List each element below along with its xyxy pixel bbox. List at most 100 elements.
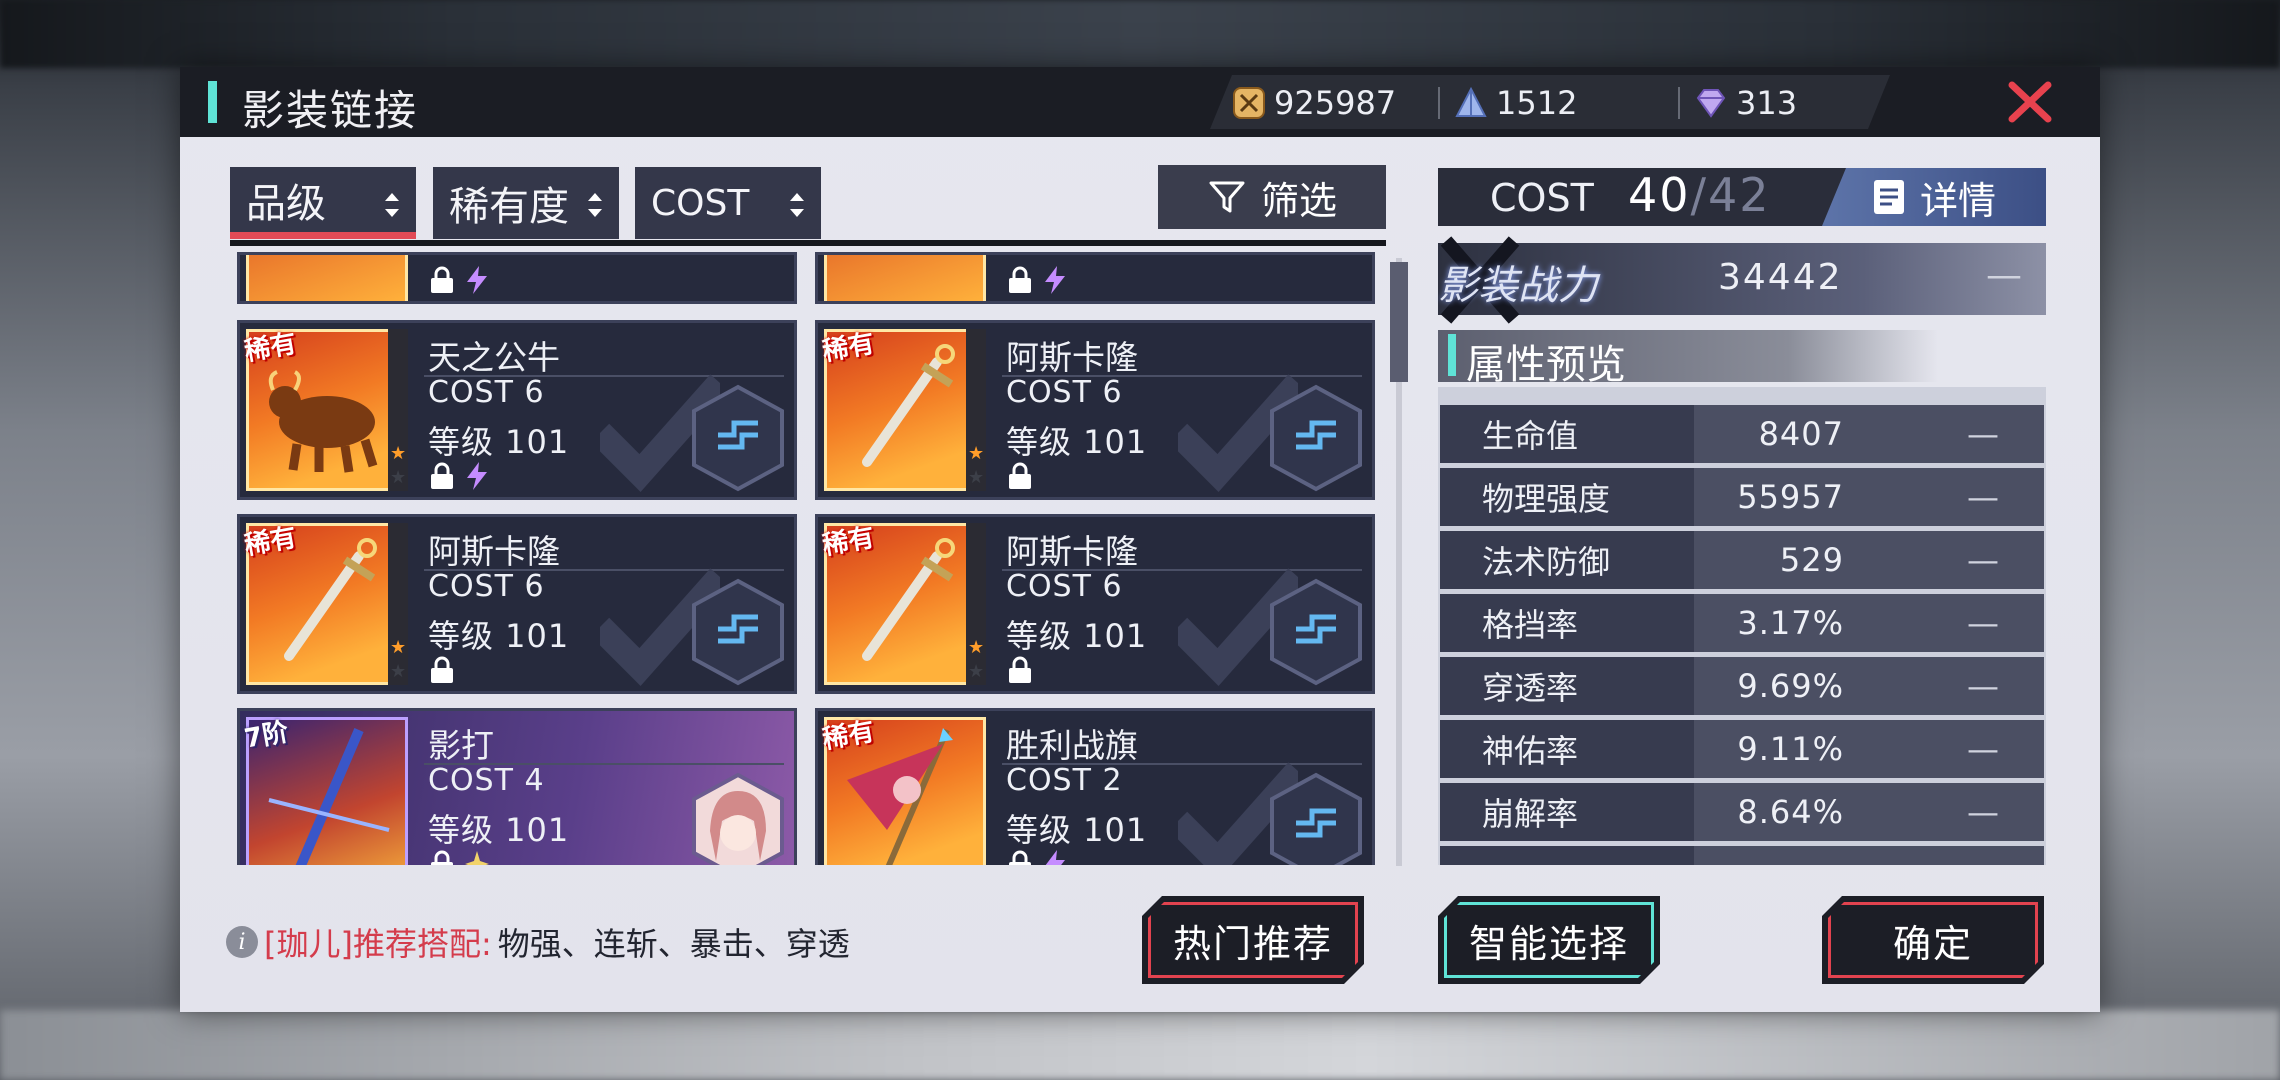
smart-select-button[interactable]: 智能选择 — [1438, 896, 1660, 984]
lightning-icon — [1045, 850, 1065, 865]
crystal-pyramid-icon — [1454, 86, 1488, 120]
tab-rarity[interactable]: 稀有度 — [433, 167, 619, 239]
item-thumbnail — [824, 255, 986, 301]
detail-label: 详情 — [1919, 178, 1996, 223]
attribute-row: 格挡率 3.17% — — [1440, 594, 2044, 652]
link-hex-icon[interactable] — [1266, 577, 1366, 687]
attribute-delta: — — [1967, 478, 2000, 516]
attribute-name: 法术防御 — [1440, 531, 1694, 589]
power-delta: — — [1986, 255, 2022, 296]
list-item-partial[interactable] — [237, 252, 797, 304]
attribute-name: 格挡率 — [1440, 594, 1694, 652]
hot-recommend-button[interactable]: 热门推荐 — [1142, 896, 1364, 984]
diamond-value: 313 — [1736, 84, 1798, 122]
sort-arrow-icon — [385, 193, 399, 217]
gold-value: 925987 — [1274, 84, 1397, 122]
item-status-icons — [1006, 461, 1034, 491]
list-top-divider — [230, 240, 1386, 246]
cost-label: COST — [1490, 176, 1594, 220]
attribute-delta: — — [1967, 793, 2000, 831]
item-cost: COST 6 — [1006, 569, 1123, 604]
attribute-name: 穿透率 — [1440, 657, 1694, 715]
item-status-icons — [1006, 265, 1068, 295]
attribute-value: 8407 — [1758, 415, 1844, 453]
lightning-icon — [467, 266, 487, 294]
lightning-icon — [467, 462, 487, 490]
link-hex-icon[interactable] — [688, 577, 788, 687]
item-status-icons — [1006, 849, 1068, 865]
list-item[interactable]: 稀有 ★ ★ 阿斯卡隆 COST 6 等级 101 — [815, 320, 1375, 500]
button-border — [1444, 902, 1654, 978]
attribute-delta: — — [1967, 604, 2000, 642]
lightning-icon — [1045, 266, 1065, 294]
detail-button[interactable]: 详情 — [1822, 168, 2046, 226]
funnel-icon — [1209, 181, 1245, 213]
filter-label: 筛选 — [1260, 178, 1337, 223]
close-icon[interactable] — [2008, 79, 2054, 125]
attribute-name: 生命值 — [1440, 405, 1694, 463]
item-level: 等级 101 — [1006, 811, 1148, 849]
item-name: 阿斯卡隆 — [428, 532, 560, 571]
list-item-partial[interactable] — [815, 252, 1375, 304]
item-cost: COST 6 — [1006, 375, 1123, 410]
lock-icon — [431, 850, 453, 865]
item-status-icons — [428, 849, 490, 865]
crystal-value: 1512 — [1496, 84, 1578, 122]
list-item[interactable]: 稀有 ★ ★ 阿斯卡隆 COST 6 等级 101 — [237, 514, 797, 694]
lock-icon — [1009, 266, 1031, 293]
power-row: 影装战力 34442 — — [1438, 236, 2046, 324]
attribute-preview-title: 属性预览 — [1466, 342, 1626, 388]
item-name: 阿斯卡隆 — [1006, 338, 1138, 377]
link-hex-icon[interactable] — [1266, 771, 1366, 865]
tab-grade[interactable]: 品级 — [230, 167, 416, 239]
currency-divider — [1438, 87, 1440, 119]
lock-icon — [1009, 462, 1031, 489]
item-name: 天之公牛 — [428, 338, 560, 377]
item-cost: COST 6 — [428, 569, 545, 604]
attribute-row-partial — [1440, 846, 2044, 865]
list-item[interactable]: 稀有 ★ ★ 阿斯卡隆 COST 6 等级 101 — [815, 514, 1375, 694]
power-label: 影装战力 — [1438, 263, 1598, 309]
attribute-name: 物理强度 — [1440, 468, 1694, 526]
link-hex-icon[interactable] — [688, 383, 788, 493]
attribute-name: 崩解率 — [1440, 783, 1694, 841]
attribute-preview-header: 属性预览 — [1438, 330, 1938, 388]
item-status-icons — [1006, 655, 1034, 685]
button-border — [1828, 902, 2038, 978]
scrollbar-thumb[interactable] — [1390, 262, 1408, 382]
attribute-row: 法术防御 529 — — [1440, 531, 2044, 589]
tab-cost[interactable]: COST — [635, 167, 821, 239]
item-status-icons — [428, 265, 490, 295]
sort-arrow-icon — [588, 193, 602, 217]
sort-arrow-icon — [790, 193, 804, 217]
filter-button[interactable]: 筛选 — [1158, 165, 1386, 229]
power-value: 34442 — [1718, 257, 1843, 298]
attribute-value: 8.64% — [1737, 793, 1844, 831]
attribute-list[interactable]: 生命值 8407 — 物理强度 55957 — 法术防御 529 — 格挡率 3.17% — 穿… — [1438, 387, 2046, 865]
attribute-row: 生命值 8407 — — [1440, 405, 2044, 463]
currency-crystal: 1512 — [1454, 85, 1577, 121]
attribute-delta: — — [1967, 541, 2000, 579]
lock-icon — [431, 266, 453, 293]
list-item[interactable]: 稀有 胜利战旗 COST 2 等级 101 — [815, 708, 1375, 865]
info-icon: i — [226, 926, 258, 958]
attribute-value: 55957 — [1737, 478, 1844, 516]
attribute-row: 神佑率 9.11% — — [1440, 720, 2044, 778]
lock-icon — [1009, 656, 1031, 683]
confirm-button[interactable]: 确定 — [1822, 896, 2044, 984]
list-item[interactable]: 稀有 ★ ★ 天之公牛 COST 6 等级 101 — [237, 320, 797, 500]
item-cost: COST 6 — [428, 375, 545, 410]
cost-current: 40 — [1628, 168, 1691, 222]
title-accent — [208, 81, 217, 123]
list-item[interactable]: 7阶 影打 COST 4 等级 101 — [237, 708, 797, 865]
item-level: 等级 101 — [1006, 423, 1148, 461]
attribute-name: 神佑率 — [1440, 720, 1694, 778]
blurred-top-bar — [0, 0, 2280, 68]
tab-cost-label: COST — [651, 182, 750, 224]
blurred-bottom — [0, 1010, 2280, 1080]
currency-diamond: 313 — [1694, 85, 1797, 121]
equipment-list[interactable]: 稀有 ★ ★ 天之公牛 COST 6 等级 101 稀有 ★ ★ 阿斯卡隆 CO… — [230, 252, 1390, 865]
tab-grade-label: 品级 — [246, 180, 326, 227]
link-hex-icon[interactable] — [1266, 383, 1366, 493]
sparkle-icon — [465, 851, 489, 865]
